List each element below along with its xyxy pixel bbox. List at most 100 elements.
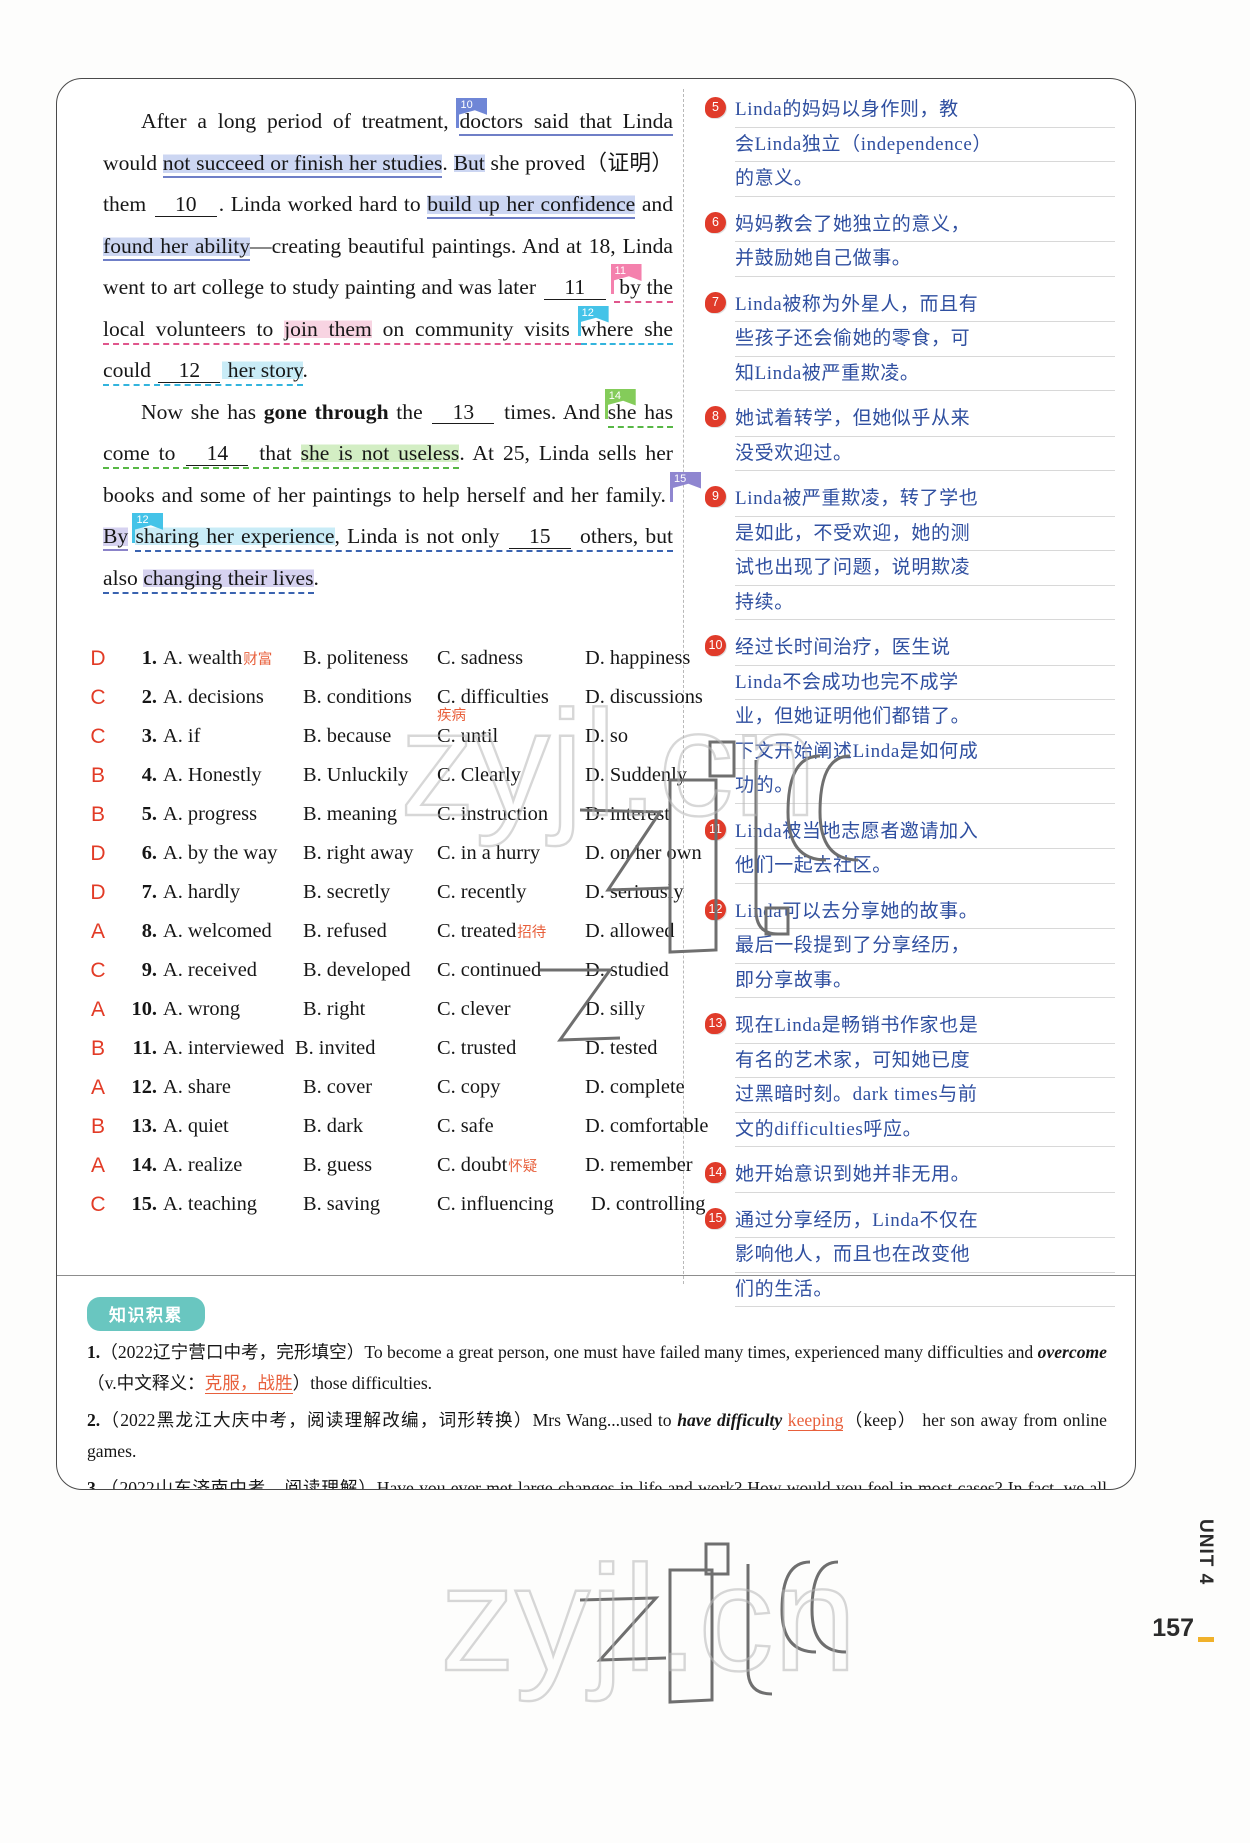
note-line: 是如此，不受欢迎，她的测: [735, 517, 1115, 551]
chinese-meaning: 克服，战胜: [204, 1373, 293, 1394]
knowledge-item-2: 2.（2022黑龙江大庆中考，阅读理解改编，词形转换）Mrs Wang...us…: [87, 1405, 1107, 1467]
option-a[interactable]: A. if: [163, 717, 313, 756]
blank-10: 10: [154, 193, 217, 217]
option-c[interactable]: C. Clearly: [437, 756, 597, 795]
blank-11: 11: [543, 276, 606, 300]
option-c[interactable]: C. clever: [437, 990, 597, 1029]
option-b[interactable]: B. guess: [303, 1146, 453, 1185]
item-source: （2022山东济南中考，阅读理解）: [100, 1478, 377, 1489]
passage-highlight-9: sharing her experience: [135, 524, 335, 548]
option-a[interactable]: A. received: [163, 951, 313, 990]
question-number: 15.: [131, 1193, 158, 1215]
passage-highlight-1: not succeed or finish her studies: [162, 150, 443, 178]
option-a[interactable]: A. wealth财富: [163, 639, 313, 680]
option-a[interactable]: A. interviewed: [163, 1029, 313, 1068]
option-b[interactable]: B. cover: [303, 1068, 453, 1107]
question-number: 12.: [131, 1076, 158, 1098]
option-c[interactable]: C. continued: [437, 951, 597, 990]
option-b[interactable]: B. secretly: [303, 873, 453, 912]
passage-text: them: [103, 192, 153, 216]
option-a[interactable]: A. decisions: [163, 678, 313, 717]
option-a[interactable]: A. Honestly: [163, 756, 313, 795]
option-c[interactable]: C. copy: [437, 1068, 597, 1107]
handwritten-answer: B: [90, 764, 105, 787]
note-item-9: 9 Linda被严重欺凌，转了学也 是如此，不受欢迎，她的测 试也出现了问题，说…: [705, 482, 1115, 620]
note-number: 12: [705, 898, 726, 920]
option-b[interactable]: B. conditions: [303, 678, 453, 717]
option-b[interactable]: B. Unluckily: [303, 756, 453, 795]
item-number: 3.: [87, 1478, 101, 1489]
option-a[interactable]: A. by the way: [163, 834, 313, 873]
item-key-phrase: have difficulty: [677, 1410, 783, 1430]
passage-text: times. And: [496, 399, 608, 424]
note-item-15: 15 通过分享经历，Linda不仅在 影响他人，而且也在改变他 们的生活。: [705, 1204, 1115, 1307]
option-c[interactable]: C. instruction: [437, 795, 597, 834]
choice-row-2: C 2. A. decisions B. conditions C. diffi…: [85, 678, 702, 717]
note-line: 功的。: [735, 769, 1115, 804]
option-b[interactable]: B. developed: [303, 951, 453, 990]
option-a[interactable]: A. wrong: [163, 990, 313, 1029]
passage-highlight-5: join them: [284, 316, 372, 341]
note-line: Linda被称为外星人，而且有: [735, 288, 1115, 322]
option-b[interactable]: B. politeness: [303, 639, 453, 678]
choice-row-11: B 11. A. interviewed B. invited C. trust…: [85, 1029, 685, 1068]
option-b[interactable]: B. right: [303, 990, 453, 1029]
chinese-gloss: 招待: [517, 925, 547, 941]
choice-row-14: A 14. A. realize B. guess C. doubt怀疑 D. …: [85, 1146, 693, 1187]
option-c[interactable]: C. sadness: [437, 639, 597, 678]
note-item-10: 10 经过长时间治疗，医生说 Linda不会成功也完不成学 业，但她证明他们都错…: [705, 631, 1115, 804]
item-key-phrase: overcome: [1037, 1342, 1107, 1362]
handwritten-answer: B: [90, 1037, 105, 1060]
option-b[interactable]: B. because: [303, 717, 453, 756]
note-line: 妈妈教会了她独立的意义，: [735, 208, 1115, 242]
option-a[interactable]: A. quiet: [163, 1107, 313, 1146]
handwritten-answer: C: [90, 1193, 106, 1216]
choice-row-6: D 6. A. by the way B. right away C. in a…: [85, 834, 701, 873]
passage-highlight-10: changing their lives: [143, 565, 314, 590]
passage-paragraph-1: After a long period of treatment, 10 doct…: [103, 98, 674, 392]
option-a[interactable]: A. teaching: [163, 1185, 313, 1224]
handwritten-answer: A: [90, 1154, 105, 1177]
item-number: 2.: [87, 1410, 101, 1430]
cloze-passage: After a long period of treatment, 10 doct…: [103, 98, 701, 599]
note-number: 6: [705, 211, 726, 233]
option-c[interactable]: C. safe: [437, 1107, 597, 1146]
option-b[interactable]: B. refused: [303, 912, 453, 951]
option-a[interactable]: A. share: [163, 1068, 313, 1107]
choice-row-1: D 1. A. wealth财富 B. politeness C. sadnes…: [85, 639, 690, 680]
note-item-8: 8 她试着转学，但她似乎从来 没受欢迎过。: [705, 402, 1115, 471]
note-number: 9: [705, 486, 726, 507]
question-number: 1.: [141, 647, 157, 669]
option-a-text: A. wealth: [163, 647, 243, 669]
option-b[interactable]: B. meaning: [303, 795, 453, 834]
blank-12: 12: [158, 359, 221, 383]
note-number: 13: [705, 1013, 726, 1034]
note-line: 并鼓励她自己做事。: [735, 242, 1115, 277]
option-c[interactable]: C. treated招待: [437, 912, 597, 953]
note-line: 没受欢迎过。: [735, 437, 1115, 471]
option-a[interactable]: A. hardly: [163, 873, 313, 912]
option-c[interactable]: C. recently: [437, 873, 597, 912]
choice-row-12: A 12. A. share B. cover C. copy D. compl…: [85, 1068, 685, 1107]
passage-text: that: [250, 441, 301, 465]
option-c[interactable]: C. in a hurry: [437, 834, 597, 873]
option-c[interactable]: C. trusted: [437, 1029, 597, 1068]
option-b[interactable]: B. saving: [303, 1185, 453, 1224]
passage-highlight-8: By: [103, 524, 129, 551]
note-number: 10: [705, 635, 726, 656]
option-a[interactable]: A. realize: [163, 1146, 313, 1185]
option-b[interactable]: B. dark: [303, 1107, 453, 1146]
option-b[interactable]: B. right away: [303, 834, 453, 873]
question-number: 14.: [131, 1154, 158, 1176]
note-line: 知Linda被严重欺凌。: [735, 357, 1115, 391]
option-c[interactable]: C. influencing: [437, 1185, 597, 1224]
choice-row-8: A 8. A. welcomed B. refused C. treated招待…: [85, 912, 685, 951]
note-item-12: 12 Linda可以去分享她的故事。 最后一段提到了分享经历， 即分享故事。: [705, 895, 1115, 998]
page-sheet-content: After a long period of treatment, 10 doct…: [57, 79, 1135, 1489]
option-b[interactable]: B. invited: [295, 1029, 445, 1068]
knowledge-item-1: 1.（2022辽宁营口中考，完形填空）To become a great per…: [87, 1337, 1107, 1399]
unit-label: UNIT 4: [1195, 1518, 1216, 1585]
option-a[interactable]: A. progress: [163, 795, 313, 834]
option-a[interactable]: A. welcomed: [163, 912, 313, 951]
option-c[interactable]: C. doubt怀疑: [437, 1146, 597, 1187]
